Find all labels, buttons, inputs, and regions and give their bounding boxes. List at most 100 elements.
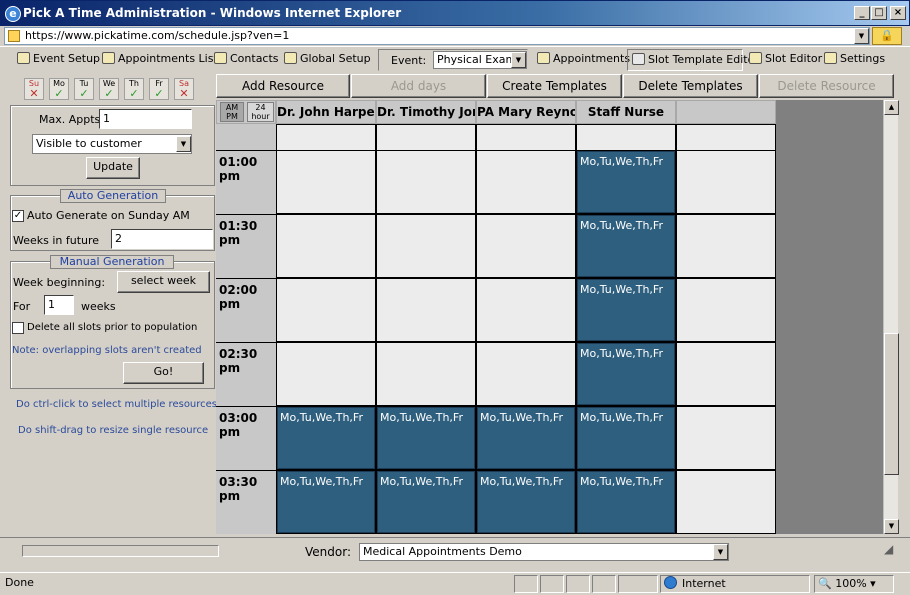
grid-cell[interactable] xyxy=(676,470,776,534)
delete-slots-checkbox[interactable] xyxy=(12,322,24,334)
delete-slots-label: Delete all slots prior to population xyxy=(27,322,198,333)
slot-template-block[interactable]: Mo,Tu,We,Th,Fr xyxy=(577,407,675,469)
slot-template-block[interactable]: Mo,Tu,We,Th,Fr xyxy=(577,279,675,341)
visibility-select[interactable]: Visible to customer ▼ xyxy=(32,134,192,154)
grid-cell[interactable] xyxy=(676,342,776,406)
resize-grip-icon[interactable]: ◢ xyxy=(884,542,893,556)
grid-cell[interactable] xyxy=(276,342,376,406)
time-label: 03:30 pm xyxy=(216,470,276,534)
auto-generate-checkbox[interactable]: ✓ xyxy=(12,210,24,222)
day-toggle-su[interactable]: Su ✕ xyxy=(24,78,44,100)
day-toggle-th[interactable]: Th ✓ xyxy=(124,78,144,100)
max-appts-input[interactable]: 1 xyxy=(99,109,192,129)
add-days-button[interactable]: Add days xyxy=(351,74,486,98)
grid-cell[interactable] xyxy=(376,124,476,151)
column-header-0[interactable]: Dr. John Harper xyxy=(276,100,376,124)
slot-template-block[interactable]: Mo,Tu,We,Th,Fr xyxy=(477,407,575,469)
slot-editor-link[interactable]: Slot Editor xyxy=(749,51,822,69)
grid-cell[interactable] xyxy=(476,150,576,214)
24-hour-toggle[interactable]: 24 hour xyxy=(247,102,274,122)
vendor-dropdown-arrow-icon[interactable]: ▼ xyxy=(713,544,728,560)
grid-cell[interactable] xyxy=(676,406,776,470)
event-select[interactable]: Physical Exam ▼ xyxy=(433,51,527,69)
select-week-button[interactable]: select week xyxy=(117,271,210,293)
scroll-down-icon[interactable]: ▼ xyxy=(884,519,899,534)
slot-template-block[interactable]: Mo,Tu,We,Th,Fr xyxy=(377,471,475,533)
weeks-in-future-input[interactable]: 2 xyxy=(111,229,213,249)
delete-templates-button[interactable]: Delete Templates xyxy=(623,74,758,98)
settings-link[interactable]: Settings xyxy=(824,51,885,69)
url-field[interactable]: https://www.pickatime.com/schedule.jsp?v… xyxy=(4,27,870,45)
grid-cell[interactable] xyxy=(376,214,476,278)
day-toggle-we[interactable]: We ✓ xyxy=(99,78,119,100)
settings-icon xyxy=(824,52,837,64)
for-weeks-input[interactable]: 1 xyxy=(44,295,74,315)
column-header-1[interactable]: Dr. Timothy Jone xyxy=(376,100,476,124)
grid-cell[interactable] xyxy=(276,214,376,278)
slot-editor-label: Slot Editor xyxy=(765,52,823,65)
grid-cell[interactable] xyxy=(376,150,476,214)
slot-template-block[interactable]: Mo,Tu,We,Th,Fr xyxy=(577,215,675,277)
day-toggle-mo[interactable]: Mo ✓ xyxy=(49,78,69,100)
grid-cell[interactable] xyxy=(476,278,576,342)
grid-cell[interactable] xyxy=(276,278,376,342)
close-button[interactable]: × xyxy=(890,6,906,20)
zoom-dropdown-icon[interactable]: ▾ xyxy=(870,577,876,590)
visibility-dropdown-arrow-icon[interactable]: ▼ xyxy=(176,136,191,152)
go-button[interactable]: Go! xyxy=(123,362,204,384)
grid-cell[interactable] xyxy=(676,278,776,342)
create-templates-button[interactable]: Create Templates xyxy=(487,74,622,98)
day-toggle-tu[interactable]: Tu ✓ xyxy=(74,78,94,100)
global-setup-link[interactable]: Global Setup xyxy=(284,51,371,69)
scroll-up-icon[interactable]: ▲ xyxy=(884,100,899,115)
delete-resource-button[interactable]: Delete Resource xyxy=(759,74,894,98)
grid-cell[interactable] xyxy=(276,150,376,214)
scroll-thumb[interactable] xyxy=(884,333,899,475)
grid-cell[interactable] xyxy=(276,124,376,151)
lock-icon[interactable]: 🔒 xyxy=(872,27,902,45)
for-label: For xyxy=(13,300,31,313)
global-setup-icon xyxy=(284,52,297,64)
day-toggle-fr[interactable]: Fr ✓ xyxy=(149,78,169,100)
slot-template-block[interactable]: Mo,Tu,We,Th,Fr xyxy=(477,471,575,533)
grid-cell[interactable] xyxy=(376,342,476,406)
maximize-button[interactable]: □ xyxy=(871,6,887,20)
event-setup-link[interactable]: Event Setup xyxy=(17,51,100,69)
slot-template-block[interactable]: Mo,Tu,We,Th,Fr xyxy=(277,407,375,469)
grid-cell[interactable] xyxy=(676,150,776,214)
slot-template-block[interactable]: Mo,Tu,We,Th,Fr xyxy=(577,343,675,405)
grid-cell[interactable] xyxy=(576,124,676,151)
slot-template-block[interactable]: Mo,Tu,We,Th,Fr xyxy=(277,471,375,533)
slot-template-block[interactable]: Mo,Tu,We,Th,Fr xyxy=(377,407,475,469)
grid-cell[interactable] xyxy=(676,124,776,151)
auto-generation-title: Auto Generation xyxy=(60,189,166,203)
column-header-4[interactable] xyxy=(676,100,776,124)
minimize-button[interactable]: _ xyxy=(854,6,870,20)
event-dropdown-arrow-icon[interactable]: ▼ xyxy=(511,52,526,68)
appointments-link[interactable]: Appointments xyxy=(537,51,630,69)
update-button[interactable]: Update xyxy=(86,157,140,179)
grid-scrollbar[interactable]: ▲ ▼ xyxy=(883,100,899,534)
grid-cell[interactable] xyxy=(476,214,576,278)
cross-icon: ✕ xyxy=(29,87,39,100)
zoom-control[interactable]: 🔍 100% ▾ xyxy=(814,575,894,593)
column-header-3[interactable]: Staff Nurse xyxy=(576,100,676,124)
appointments-list-link[interactable]: Appointments List xyxy=(102,51,218,69)
day-toggle-sa[interactable]: Sa ✕ xyxy=(174,78,194,100)
slot-template-block[interactable]: Mo,Tu,We,Th,Fr xyxy=(577,471,675,533)
add-resource-button[interactable]: Add Resource xyxy=(216,74,350,98)
url-dropdown-button[interactable]: ▼ xyxy=(854,28,869,44)
column-header-2[interactable]: PA Mary Reynold xyxy=(476,100,576,124)
slot-template-block[interactable]: Mo,Tu,We,Th,Fr xyxy=(577,151,675,213)
progress-bar xyxy=(22,545,219,557)
slot-template-editor-tab[interactable]: Slot Template Editor xyxy=(627,49,759,71)
vendor-select[interactable]: Medical Appointments Demo ▼ xyxy=(359,543,729,561)
contacts-link[interactable]: Contacts xyxy=(214,51,279,69)
grid-cell[interactable] xyxy=(376,278,476,342)
ampm-toggle[interactable]: AM PM xyxy=(220,102,244,122)
grid-cell[interactable] xyxy=(476,124,576,151)
time-label: 03:00 pm xyxy=(216,406,276,470)
grid-cell[interactable] xyxy=(476,342,576,406)
grid-cell[interactable] xyxy=(676,214,776,278)
cross-icon: ✕ xyxy=(179,87,189,100)
